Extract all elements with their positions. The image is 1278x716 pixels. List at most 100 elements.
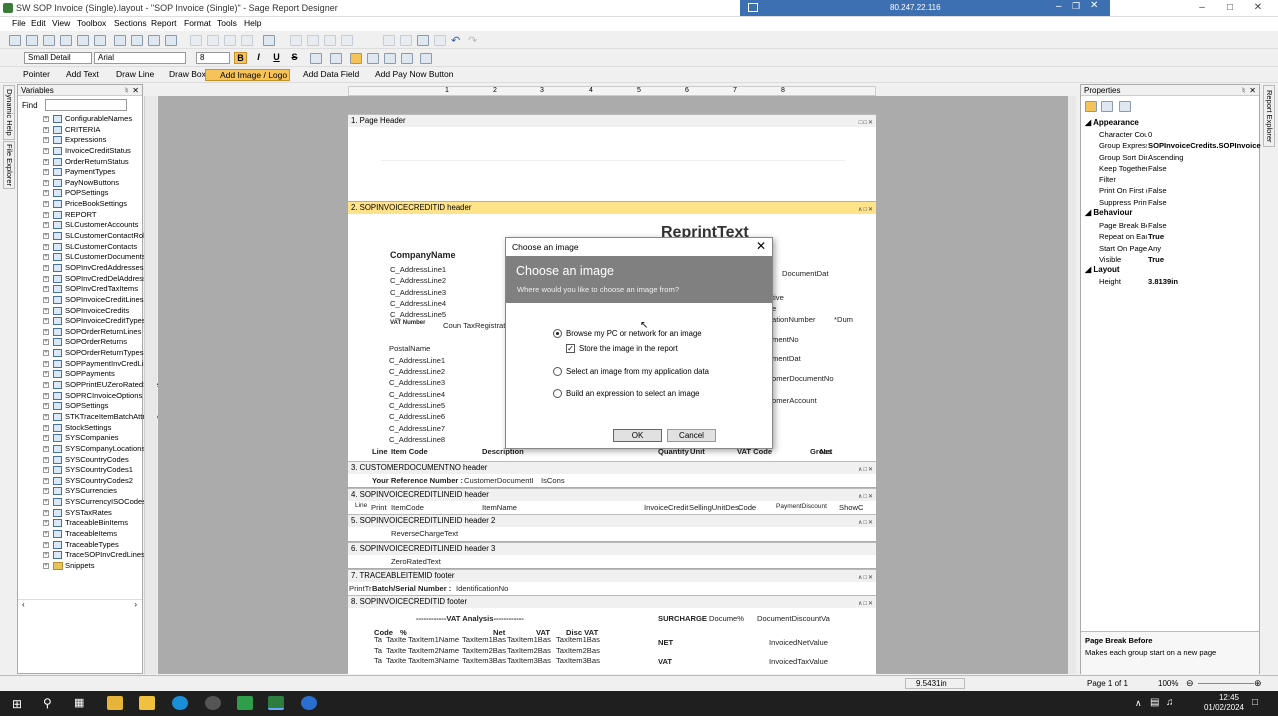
expression-radio[interactable] [553,389,562,398]
property-value[interactable]: True [1148,232,1273,241]
variable-item[interactable]: + SYSCountryCodes [18,455,142,466]
close-panel-icon[interactable]: ✕ [132,85,139,96]
tree-hscroll[interactable]: ‹ › [18,599,142,611]
net-label[interactable]: NET [658,638,673,647]
variable-item[interactable]: + TraceableItems [18,529,142,540]
align-left-icon[interactable] [350,53,362,64]
menu-report[interactable]: Report [151,18,177,28]
vat-cell[interactable]: TaxItem2Name [408,646,459,655]
fill-color-icon[interactable] [330,53,342,64]
property-row[interactable]: Repeat on Eac True [1097,231,1273,242]
vat-cell[interactable]: TaxItem2Bas [462,646,506,655]
variable-item[interactable]: + TraceableBinItems [18,518,142,529]
variable-item[interactable]: + SOPRCInvoiceOptions [18,391,142,402]
property-value[interactable]: Any [1148,244,1273,253]
chat-icon[interactable] [205,696,221,710]
variable-item[interactable]: + SOPPaymentInvCredLines [18,359,156,370]
variable-item[interactable]: + PaymentTypes [18,167,142,178]
variable-item[interactable]: + STKTraceItemBatchAttribute [18,412,161,423]
expand-icon[interactable]: + [43,445,49,452]
draw-line-tool[interactable]: Draw Line [105,69,156,81]
iscons-field[interactable]: IsCons [541,476,565,485]
tray-chevron-icon[interactable]: ∧ [1135,698,1142,709]
property-row[interactable]: Character Cou 0 [1097,129,1273,140]
expand-icon[interactable]: + [43,488,49,495]
bold-button[interactable]: B [234,52,247,64]
section-1-buttons[interactable]: □□✕ [859,117,874,129]
vat-cell[interactable]: TaxItem3Bas [462,656,506,665]
col-line[interactable]: Line [372,447,388,456]
variable-item[interactable]: + InvoiceCreditStatus [18,146,142,157]
variable-item[interactable]: + SOPPayments [18,369,142,380]
line-header-body[interactable]: Line Print ItemCode ItemName InvoiceCred… [348,501,876,514]
expand-icon[interactable]: + [43,318,49,325]
vat-cell[interactable]: TaxItem1Name [408,635,459,644]
vat-cell[interactable]: TaxItem2Bas [507,646,551,655]
preview-icon[interactable] [43,35,55,46]
expand-icon[interactable]: + [43,435,49,442]
variable-item[interactable]: + SYSCompanyLocations [18,444,145,455]
file-explorer-tab[interactable]: File Explorer [3,141,15,189]
vat-cell[interactable]: TaxItem1Bas [556,635,600,644]
expand-icon[interactable]: + [43,350,49,357]
menu-sections[interactable]: Sections [114,18,147,28]
vat-cell[interactable]: TaxItem2Bas [556,646,600,655]
section-invoice-header[interactable]: 2. SOPINVOICECREDITID header ∧□✕ [348,201,876,214]
scroll-right-icon[interactable]: › [134,600,137,609]
document-discount-field[interactable]: DocumentDiscountVa [757,614,830,623]
expand-icon[interactable]: + [43,169,49,176]
invoice-footer-body[interactable]: ------------VAT Analysis------------ Cod… [348,608,876,674]
expand-icon[interactable]: + [43,541,49,548]
database-icon[interactable] [148,35,160,46]
ungroup-icon[interactable] [434,35,446,46]
variable-item[interactable]: + SOPInvoiceCreditLines [18,295,144,306]
expand-icon[interactable]: + [43,403,49,410]
remote-restore-icon[interactable]: ❐ [1072,1,1080,12]
network-icon[interactable]: ▤ [1150,697,1159,708]
right-field-5[interactable]: *Dum [834,315,853,324]
variable-item[interactable]: + SYSCurrencies [18,486,142,497]
edge-icon[interactable] [172,696,188,710]
payment-discount-field[interactable]: PaymentDiscount [776,503,827,510]
edit-icon[interactable] [114,35,126,46]
vat-number-value[interactable]: Coun TaxRegistrati [443,321,507,330]
variable-item[interactable]: + ConfigurableNames [18,114,142,125]
expand-icon[interactable]: + [43,264,49,271]
postal-address-2[interactable]: C_AddressLine2 [389,367,445,376]
variable-item[interactable]: + SYSCountryCodes2 [18,476,142,487]
variable-item[interactable]: + SOPInvCredAddresses [18,263,144,274]
pin-panel-icon[interactable]: ♮ [125,85,128,96]
categorized-icon[interactable] [1085,101,1097,112]
file-explorer-icon[interactable] [107,696,123,710]
expand-icon[interactable]: + [43,456,49,463]
property-row[interactable]: Keep Together False [1097,163,1273,174]
expand-icon[interactable]: + [43,392,49,399]
docume-field[interactable]: Docume% [709,614,744,623]
expand-icon[interactable]: + [43,424,49,431]
dialog-close-icon[interactable]: ✕ [756,239,766,253]
vat-cell[interactable]: TaxItem3Bas [556,656,600,665]
expand-icon[interactable]: + [43,147,49,154]
vat-cell[interactable]: TaxIte [386,646,406,655]
ie-icon[interactable] [301,696,317,710]
expand-icon[interactable]: + [43,243,49,250]
batch-value[interactable]: IdentificationNo [456,584,508,593]
justify-icon[interactable] [401,53,413,64]
expand-icon[interactable]: + [43,477,49,484]
property-value[interactable]: True [1148,255,1273,264]
expand-icon[interactable]: + [43,286,49,293]
variable-item[interactable]: + CRITERIA [18,125,142,136]
zoom-in-icon[interactable]: ⊕ [1254,678,1262,689]
lock-icon[interactable] [131,35,143,46]
menu-help[interactable]: Help [244,18,261,28]
center-icon[interactable] [324,35,336,46]
company-address-5[interactable]: C_AddressLine5 [390,310,446,319]
your-ref-label[interactable]: Your Reference Number : [372,476,463,485]
postal-address-5[interactable]: C_AddressLine5 [389,401,445,410]
expand-icon[interactable]: + [43,201,49,208]
surcharge-field[interactable]: SURCHARGE [658,614,707,623]
invoice-credit-field[interactable]: InvoiceCredit [644,503,688,512]
logo-area[interactable] [381,160,845,200]
menu-toolbox[interactable]: Toolbox [77,18,106,28]
postal-address-6[interactable]: C_AddressLine6 [389,412,445,421]
